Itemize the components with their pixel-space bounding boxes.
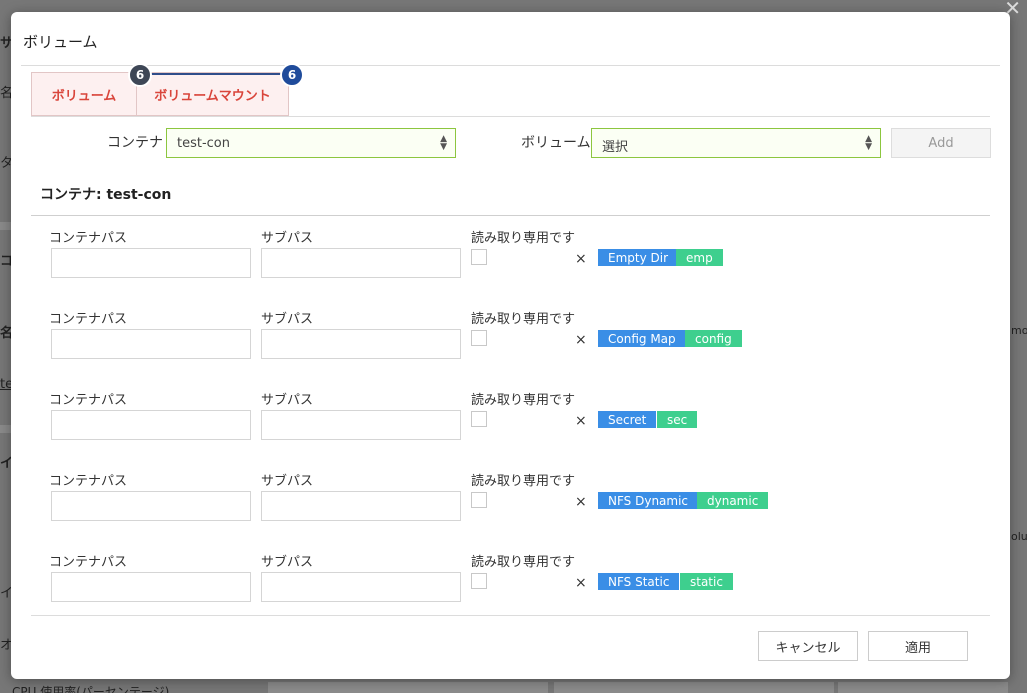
mount-row: コンテナパス サブパス 読み取り専用です × Secret sec (11, 388, 1010, 469)
container-path-label: コンテナパス (49, 555, 128, 570)
tab-volume-mount[interactable]: ボリュームマウント (136, 72, 289, 116)
bg-fragment: olun (1011, 530, 1027, 543)
bg-fragment: mory (1011, 324, 1027, 337)
read-only-label: 読み取り専用です (471, 393, 576, 408)
bg-column (554, 682, 834, 693)
container-select[interactable]: test-con ▲ ▼ (166, 128, 456, 158)
add-button[interactable]: Add (891, 128, 991, 158)
read-only-checkbox[interactable] (471, 411, 487, 427)
read-only-label: 読み取り専用です (471, 474, 576, 489)
sub-path-label: サブパス (261, 312, 314, 327)
sub-path-input[interactable] (261, 572, 461, 602)
container-path-label: コンテナパス (49, 312, 128, 327)
mount-row: コンテナパス サブパス 読み取り専用です × NFS Static static (11, 550, 1010, 631)
read-only-checkbox[interactable] (471, 492, 487, 508)
volume-label: ボリューム : (521, 135, 600, 151)
bg-fragment: CPU 使用率(パーセンテージ) (12, 685, 170, 693)
sub-path-label: サブパス (261, 474, 314, 489)
mount-row: コンテナパス サブパス 読み取り専用です × Config Map config (11, 307, 1010, 388)
sort-arrows-icon: ▲ ▼ (865, 134, 872, 152)
volume-name-tag: config (685, 330, 742, 347)
read-only-label: 読み取り専用です (471, 312, 576, 327)
container-path-input[interactable] (51, 410, 251, 440)
container-path-input[interactable] (51, 248, 251, 278)
mount-row: コンテナパス サブパス 読み取り専用です × Empty Dir emp (11, 226, 1010, 307)
volume-type-tag: Secret (598, 411, 657, 428)
remove-mount-icon[interactable]: × (575, 332, 587, 348)
container-path-label: コンテナパス (49, 393, 128, 408)
bg-column (268, 682, 548, 693)
volume-type-tag: NFS Static (598, 573, 680, 590)
footer-divider (31, 615, 990, 616)
container-label: コンテナ : (107, 135, 173, 151)
read-only-label: 読み取り専用です (471, 555, 576, 570)
volume-name-tag: sec (657, 411, 698, 428)
container-path-label: コンテナパス (49, 231, 128, 246)
sub-path-input[interactable] (261, 248, 461, 278)
tab-label: ボリュームマウント (154, 88, 271, 104)
mount-row: コンテナパス サブパス 読み取り専用です × NFS Dynamic dynam… (11, 469, 1010, 550)
remove-mount-icon[interactable]: × (575, 494, 587, 510)
volume-name-tag: static (680, 573, 733, 590)
remove-mount-icon[interactable]: × (575, 251, 587, 267)
volume-name-tag: dynamic (697, 492, 769, 509)
read-only-checkbox[interactable] (471, 330, 487, 346)
sort-arrows-icon: ▲ ▼ (440, 134, 447, 152)
volume-type-tag: Config Map (598, 330, 686, 347)
container-path-input[interactable] (51, 491, 251, 521)
container-path-label: コンテナパス (49, 474, 128, 489)
bg-column (838, 682, 1008, 693)
sub-path-input[interactable] (261, 329, 461, 359)
tab-label: ボリューム (51, 88, 117, 104)
tab-divider (31, 116, 990, 117)
sub-path-input[interactable] (261, 491, 461, 521)
read-only-checkbox[interactable] (471, 573, 487, 589)
remove-mount-icon[interactable]: × (575, 413, 587, 429)
sub-path-label: サブパス (261, 555, 314, 570)
volume-type-tag: Empty Dir (598, 249, 679, 266)
title-divider (21, 65, 1000, 66)
container-path-input[interactable] (51, 329, 251, 359)
container-select-value: test-con (177, 136, 230, 151)
tab-connector-line (141, 73, 293, 75)
read-only-label: 読み取り専用です (471, 231, 576, 246)
apply-button[interactable]: 適用 (868, 631, 968, 661)
volume-name-tag: emp (676, 249, 723, 266)
bg-divider (0, 222, 11, 230)
volume-type-tag: NFS Dynamic (598, 492, 699, 509)
tab-count-badge: 6 (128, 63, 152, 87)
volume-select-value: 選択 (602, 140, 629, 155)
tab-count-badge: 6 (280, 63, 304, 87)
read-only-checkbox[interactable] (471, 249, 487, 265)
remove-mount-icon[interactable]: × (575, 575, 587, 591)
tab-volume[interactable]: ボリューム (31, 72, 137, 116)
volume-select[interactable]: 選択 ▲ ▼ (591, 128, 881, 158)
section-divider (31, 215, 990, 216)
container-path-input[interactable] (51, 572, 251, 602)
modal-title: ボリューム (23, 33, 98, 51)
tab-bar: ボリューム ボリュームマウント 6 6 (31, 63, 304, 116)
volume-modal: ボリューム ボリューム ボリュームマウント 6 6 コンテナ : test-co… (11, 12, 1010, 679)
section-title: コンテナ: test-con (40, 187, 172, 203)
sub-path-label: サブパス (261, 393, 314, 408)
sub-path-label: サブパス (261, 231, 314, 246)
sub-path-input[interactable] (261, 410, 461, 440)
bg-divider (0, 425, 11, 433)
cancel-button[interactable]: キャンセル (758, 631, 858, 661)
